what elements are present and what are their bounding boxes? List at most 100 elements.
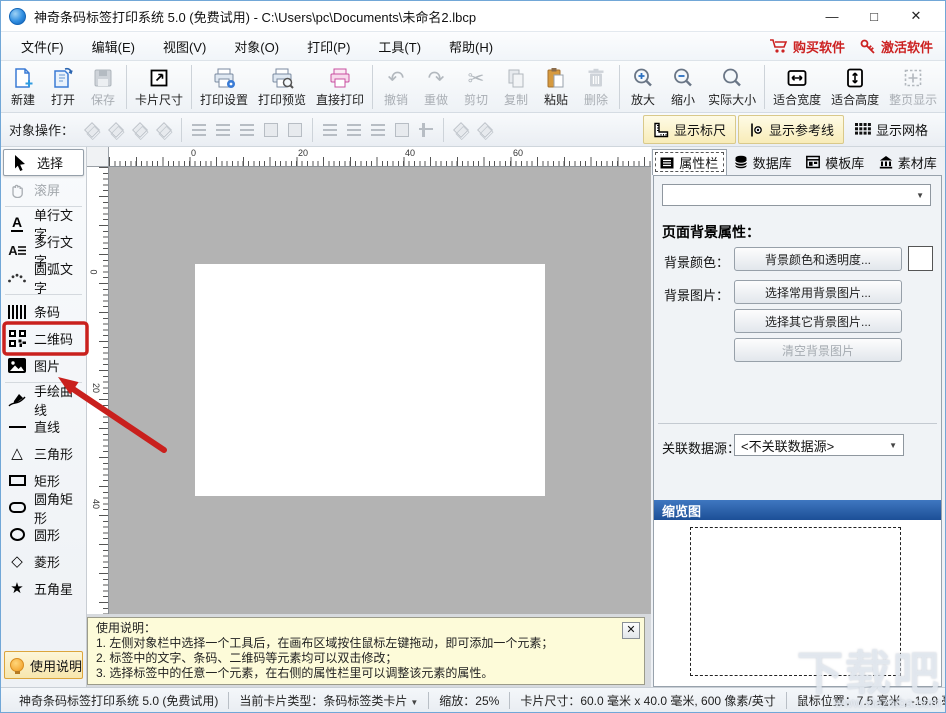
menu-file[interactable]: 文件(F) [7,32,78,61]
tool-triangle[interactable]: △ 三角形 [1,440,86,467]
send-to-back-icon[interactable] [106,120,126,140]
close-button[interactable]: ✕ [895,2,937,30]
select-cursor-icon [9,153,31,173]
paste-button[interactable]: 粘贴 [536,64,576,110]
move-backward-icon[interactable] [154,120,174,140]
element-selector-dropdown[interactable]: ▼ [662,184,931,206]
print-preview-icon [269,65,295,91]
align-left-icon[interactable] [189,120,209,140]
buy-software-link[interactable]: 购买软件 [769,37,845,56]
toolbar-separator [619,65,620,109]
menu-tools[interactable]: 工具(T) [364,32,435,61]
menu-view[interactable]: 视图(V) [149,32,220,61]
tab-properties[interactable]: 属性栏 [652,149,727,175]
tool-diamond[interactable]: ◇ 菱形 [1,548,86,575]
tab-material-library[interactable]: 素材库 [872,149,945,175]
tool-select[interactable]: 选择 [3,149,84,176]
status-card-type[interactable]: 当前卡片类型：条码标签类卡片▼ [228,692,428,709]
bg-color-label: 背景颜色： [664,252,729,271]
menu-object[interactable]: 对象(O) [220,32,293,61]
show-grid-toggle[interactable]: 显示网格 [846,116,937,143]
help-close-button[interactable]: ✕ [622,622,640,639]
canvas-viewport[interactable] [109,167,651,614]
distribute-h-icon[interactable] [285,120,305,140]
minimize-button[interactable]: — [811,2,853,30]
bg-color-swatch[interactable] [908,246,933,271]
ungroup-icon[interactable] [475,120,495,140]
help-line: 2. 标签中的文字、条码、二维码等元素均可以双击修改； [96,651,636,666]
open-button[interactable]: 打开 [43,64,83,110]
bg-color-button[interactable]: 背景颜色和透明度... [734,247,902,271]
panel-divider [658,423,937,424]
zoom-in-icon [631,65,655,91]
print-preview-button[interactable]: 打印预览 [253,64,311,110]
activate-software-link[interactable]: 激活软件 [859,37,933,56]
cut-button[interactable]: ✂ 剪切 [456,64,496,110]
card-size-button[interactable]: 卡片尺寸 [130,64,188,110]
tool-scroll[interactable]: 滚屏 [1,176,86,203]
fit-width-icon [785,65,809,91]
align-center-h-icon[interactable] [213,120,233,140]
redo-button[interactable]: ↷ 重做 [416,64,456,110]
datasource-dropdown[interactable]: <不关联数据源> ▼ [734,434,904,456]
tool-image[interactable]: 图片 [1,352,86,379]
title-bar: 神奇条码标签打印系统 5.0 (免费试用) - C:\Users\pc\Docu… [1,1,945,31]
menu-edit[interactable]: 编辑(E) [78,32,149,61]
star-icon: ★ [6,579,28,599]
actual-size-button[interactable]: 实际大小 [703,64,761,110]
zoom-out-button[interactable]: 缩小 [663,64,703,110]
bg-image-clear-button[interactable]: 清空背景图片 [734,338,902,362]
same-height-icon[interactable] [392,120,412,140]
save-button[interactable]: 保存 [83,64,123,110]
align-bottom-icon[interactable] [368,120,388,140]
align-right-icon[interactable] [237,120,257,140]
database-icon [734,155,748,169]
print-settings-button[interactable]: 打印设置 [195,64,253,110]
menu-help[interactable]: 帮助(H) [435,32,507,61]
multi-line-text-icon: A [6,241,28,261]
direct-print-button[interactable]: 直接打印 [311,64,369,110]
tool-qrcode[interactable]: 二维码 [1,325,86,352]
tab-template-library[interactable]: 模板库 [799,149,872,175]
align-top-icon[interactable] [320,120,340,140]
align-middle-icon[interactable] [344,120,364,140]
show-guides-toggle[interactable]: 显示参考线 [738,115,844,144]
tab-database[interactable]: 数据库 [727,149,800,175]
bg-image-other-button[interactable]: 选择其它背景图片... [734,309,902,333]
right-panel: 属性栏 数据库 模板库 素材库 ▼ [651,147,945,687]
label-page[interactable] [195,264,545,496]
datasource-label: 关联数据源： [662,438,740,457]
tool-rounded-rectangle[interactable]: 圆角矩形 [1,494,86,521]
same-width-icon[interactable] [261,120,281,140]
show-ruler-toggle[interactable]: 显示标尺 [643,115,736,144]
delete-button[interactable]: 删除 [576,64,616,110]
zoom-in-button[interactable]: 放大 [623,64,663,110]
properties-icon [660,156,674,170]
card-size-icon [147,65,171,91]
menu-print[interactable]: 打印(P) [293,32,364,61]
tool-freehand-curve[interactable]: 手绘曲线 [1,386,86,413]
chevron-down-icon: ▼ [910,191,930,200]
bg-image-common-button[interactable]: 选择常用背景图片... [734,280,902,304]
tool-arc-text[interactable]: 圆弧文字 [1,264,86,291]
undo-button[interactable]: ↶ 撤销 [376,64,416,110]
move-forward-icon[interactable] [130,120,150,140]
fit-width-button[interactable]: 适合宽度 [768,64,826,110]
tool-star[interactable]: ★ 五角星 [1,575,86,602]
toolbar-separator [372,65,373,109]
distribute-v-icon[interactable] [416,120,436,140]
help-title: 使用说明： [96,621,636,636]
canvas-area: 0 20 40 60 0 20 40 使用说明： 1. 左侧对象栏中选择一个工具… [87,147,651,687]
fit-height-button[interactable]: 适合高度 [826,64,884,110]
usage-help-button[interactable]: 使用说明 [4,651,83,679]
barcode-icon [6,302,28,322]
bring-to-front-icon[interactable] [82,120,102,140]
whole-page-button[interactable]: 整页显示 [884,64,942,110]
ruler-icon [653,122,669,138]
tool-barcode[interactable]: 条码 [1,298,86,325]
copy-button[interactable]: 复制 [496,64,536,110]
new-button[interactable]: 新建 [3,64,43,110]
chevron-down-icon: ▼ [410,698,418,707]
maximize-button[interactable]: □ [853,2,895,30]
group-icon[interactable] [451,120,471,140]
